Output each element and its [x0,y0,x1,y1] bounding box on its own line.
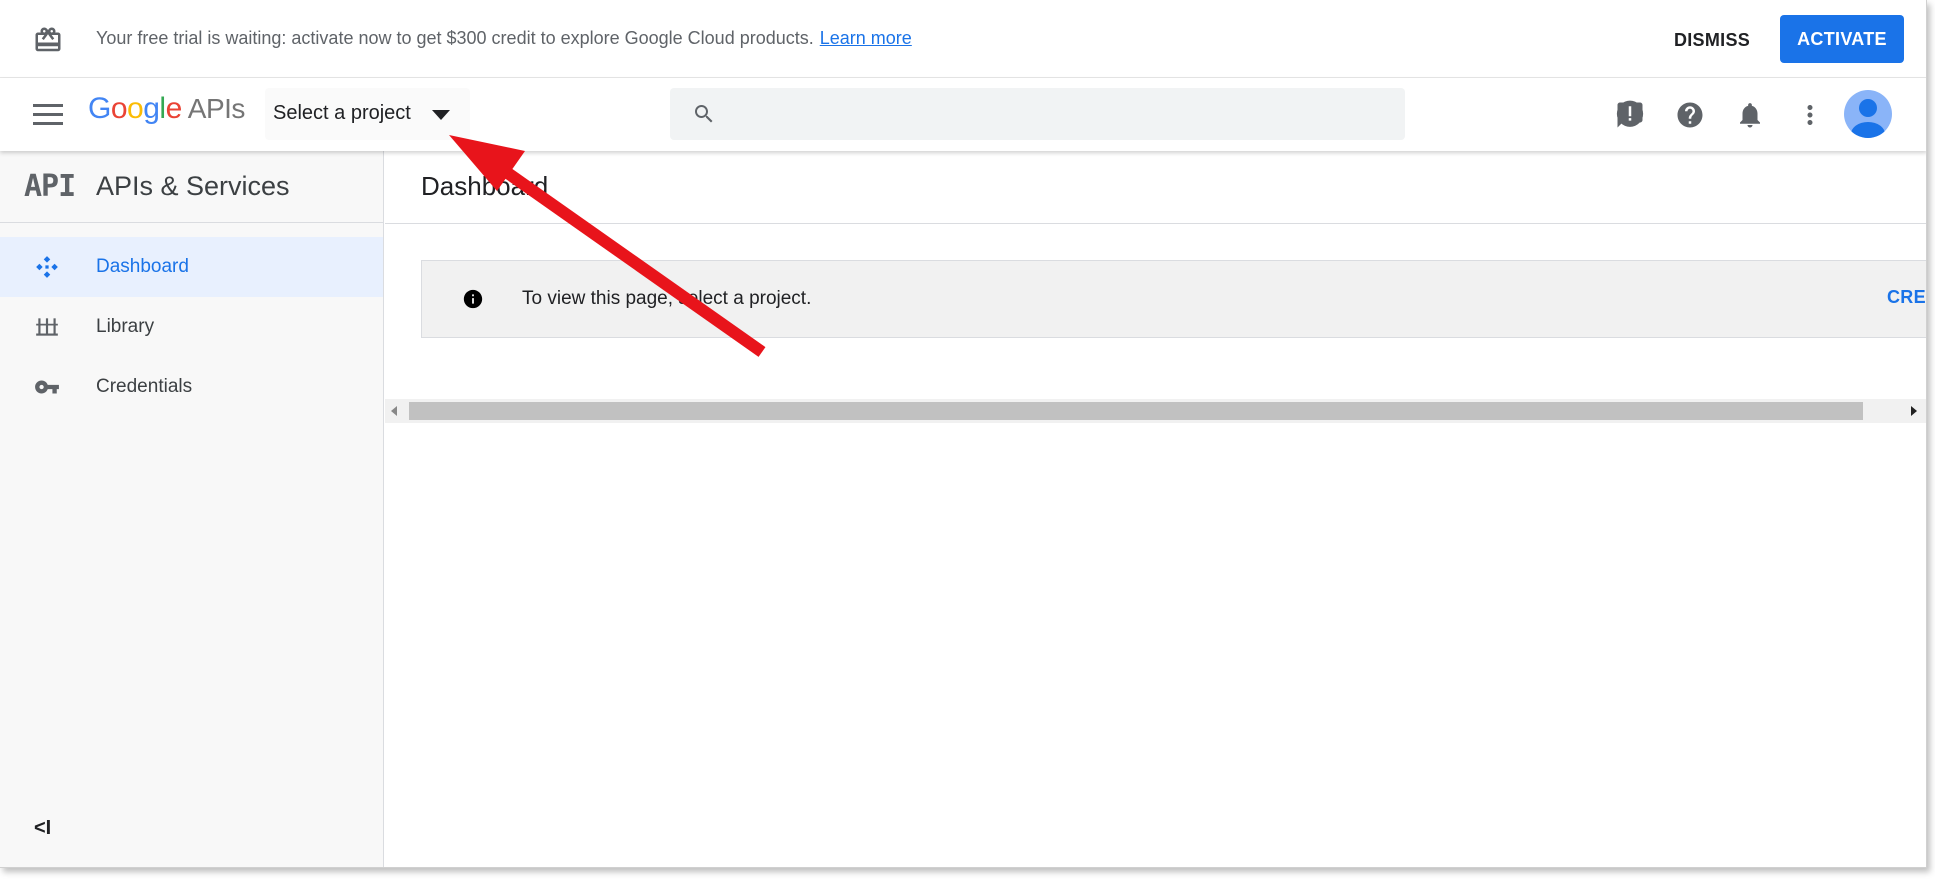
google-apis-logo[interactable]: Google APIs [88,92,245,136]
key-icon [35,380,59,394]
account-icon [1851,99,1885,138]
page-title: Dashboard [421,171,549,201]
project-selector[interactable]: Select a project [265,88,470,140]
search-icon [695,105,713,123]
logo-letter: o [127,92,144,125]
notifications-icon[interactable] [1735,100,1765,130]
scroll-left-arrow-icon[interactable] [389,405,399,417]
select-project-notice: To view this page, select a project. CRE… [421,260,1926,338]
sidebar-item-label: Library [96,316,155,337]
project-selector-label: Select a project [273,102,411,124]
notice-text: To view this page, select a project. [522,288,812,309]
caret-down-icon [432,110,450,120]
top-header: Google APIs Select a project [0,78,1926,151]
avatar[interactable] [1844,90,1892,138]
library-icon [36,318,58,336]
activate-button[interactable]: ACTIVATE [1780,15,1904,63]
learn-more-link[interactable]: Learn more [820,28,912,48]
dashboard-icon [36,256,58,278]
collapse-sidebar-button[interactable]: <I [34,817,62,841]
main-content: Dashboard To view this page, select a pr… [385,151,1926,867]
browser-content: Your free trial is waiting: activate now… [0,0,1927,868]
search-input[interactable] [670,88,1405,140]
sidebar-item-credentials[interactable]: Credentials [0,357,383,417]
feedback-icon[interactable] [1615,100,1645,130]
sidebar-item-library[interactable]: Library [0,297,383,357]
logo-letter: G [88,92,111,125]
dismiss-button[interactable]: DISMISS [1660,24,1764,56]
sidebar-item-dashboard[interactable]: Dashboard [0,237,383,297]
logo-letter: g [143,92,160,125]
trial-message: Your free trial is waiting: activate now… [96,28,912,49]
create-project-button[interactable]: CREATE [1887,287,1926,308]
sidebar: API APIs & Services Dashboard Library Cr… [0,151,384,867]
trial-message-text: Your free trial is waiting: activate now… [96,28,814,48]
sidebar-item-label: Dashboard [96,256,189,277]
help-icon[interactable] [1675,100,1705,130]
sidebar-header: API APIs & Services [0,151,383,223]
trial-banner: Your free trial is waiting: activate now… [0,0,1926,78]
gift-icon [35,27,61,52]
scrollbar-thumb[interactable] [409,402,1863,420]
scroll-right-arrow-icon[interactable] [1909,405,1919,417]
logo-letter: o [110,92,128,125]
sidebar-item-label: Credentials [96,376,193,397]
sidebar-title: APIs & Services [96,171,290,201]
logo-letter: e [165,92,183,125]
logo-apis-text: APIs [187,93,246,124]
more-vert-icon[interactable] [1795,100,1825,130]
info-icon [463,289,483,309]
api-logo-icon: API [24,169,76,204]
menu-icon[interactable] [33,104,63,126]
horizontal-scrollbar[interactable] [385,399,1926,423]
page-title-bar: Dashboard [385,151,1926,224]
